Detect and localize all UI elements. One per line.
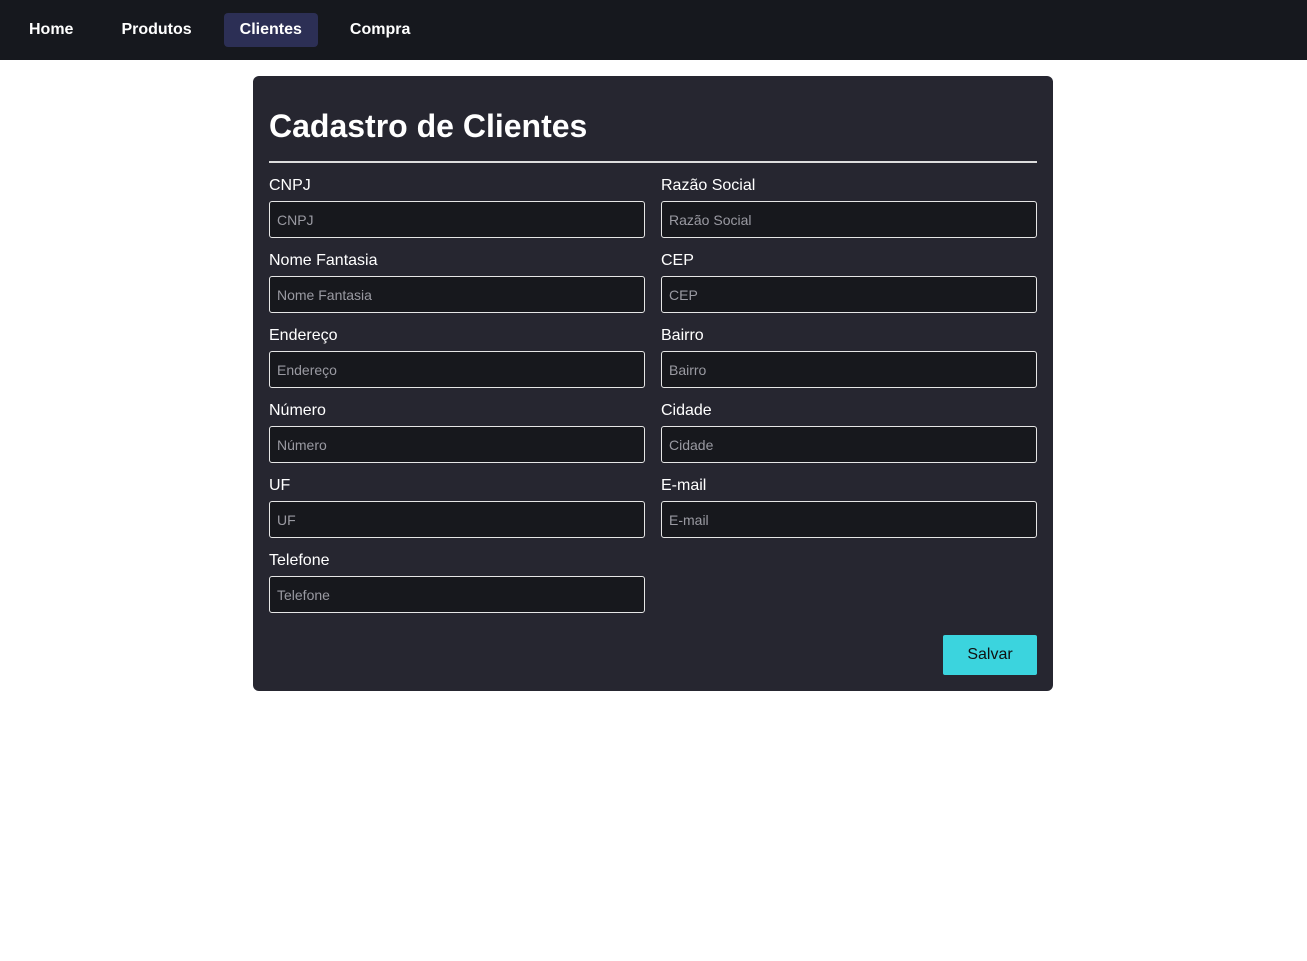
field-uf: UF — [269, 477, 645, 538]
field-cep: CEP — [661, 252, 1037, 313]
field-endereco: Endereço — [269, 327, 645, 388]
field-bairro: Bairro — [661, 327, 1037, 388]
nav-clientes[interactable]: Clientes — [223, 13, 318, 47]
field-label: CEP — [661, 252, 694, 269]
razao-social-input[interactable] — [661, 201, 1037, 238]
field-label: E-mail — [661, 477, 707, 494]
field-label: Número — [269, 402, 326, 419]
telefone-input[interactable] — [269, 576, 645, 613]
top-nav: Home Produtos Clientes Compra — [0, 0, 1307, 60]
field-label: Telefone — [269, 552, 330, 569]
field-label: Bairro — [661, 327, 704, 344]
nome-fantasia-input[interactable] — [269, 276, 645, 313]
nav-produtos[interactable]: Produtos — [105, 13, 207, 47]
field-cidade: Cidade — [661, 402, 1037, 463]
cep-input[interactable] — [661, 276, 1037, 313]
field-label: Cidade — [661, 402, 712, 419]
field-cnpj: CNPJ — [269, 177, 645, 238]
bairro-input[interactable] — [661, 351, 1037, 388]
field-e-mail: E-mail — [661, 477, 1037, 538]
field-numero: Número — [269, 402, 645, 463]
field-label: Nome Fantasia — [269, 252, 378, 269]
field-label: UF — [269, 477, 291, 494]
uf-input[interactable] — [269, 501, 645, 538]
nav-compra[interactable]: Compra — [334, 13, 426, 47]
cnpj-input[interactable] — [269, 201, 645, 238]
divider — [269, 161, 1037, 163]
numero-input[interactable] — [269, 426, 645, 463]
page-title: Cadastro de Clientes — [269, 108, 588, 144]
form-grid: CNPJ Razão Social Nome Fantasia CEP Endereço… — [269, 177, 1037, 613]
field-telefone: Telefone — [269, 552, 645, 613]
nav-home[interactable]: Home — [13, 13, 89, 47]
e-mail-input[interactable] — [661, 501, 1037, 538]
cidade-input[interactable] — [661, 426, 1037, 463]
field-label: CNPJ — [269, 177, 311, 194]
field-razao-social: Razão Social — [661, 177, 1037, 238]
field-label: Endereço — [269, 327, 338, 344]
field-label: Razão Social — [661, 177, 756, 194]
client-form-card: Cadastro de Clientes CNPJ Razão Social Nom… — [253, 76, 1053, 691]
field-nome-fantasia: Nome Fantasia — [269, 252, 645, 313]
save-button[interactable]: Salvar — [943, 635, 1037, 675]
endereco-input[interactable] — [269, 351, 645, 388]
